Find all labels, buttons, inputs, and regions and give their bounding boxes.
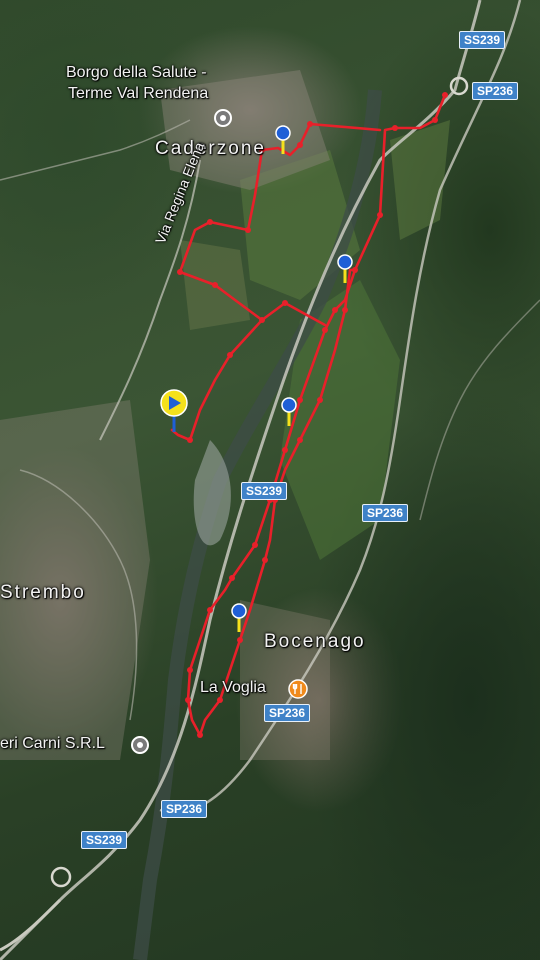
map-pin-icon[interactable] [280, 396, 298, 428]
route-layer [170, 92, 448, 738]
town-label-caderzone: Caderzone [155, 138, 266, 159]
road-badge-sp236: SP236 [161, 800, 208, 818]
road-badge-sp236: SP236 [472, 82, 519, 100]
map-pin-icon[interactable] [274, 124, 292, 156]
road-badge-ss239: SS239 [459, 31, 506, 49]
poi-label-la-voglia: La Voglia [200, 679, 266, 696]
fork-knife-icon[interactable] [288, 679, 308, 699]
town-label-strembo: Strembo [0, 582, 86, 603]
road-badge-ss239: SS239 [81, 831, 128, 849]
road-badge-sp236: SP236 [362, 504, 409, 522]
road-badge-ss239: SS239 [241, 482, 288, 500]
satellite-map[interactable]: Borgo della Salute - Terme Val Rendena C… [0, 0, 540, 960]
map-pin-icon[interactable] [336, 253, 354, 285]
play-arrow-icon[interactable] [158, 388, 190, 434]
poi-label-carni: eri Carni S.R.L [0, 735, 105, 752]
map-pin-icon[interactable] [230, 602, 248, 634]
borgo-label-line1: Borgo della Salute - [66, 64, 207, 81]
road-badge-sp236: SP236 [264, 704, 311, 722]
town-label-bocenago: Bocenago [264, 631, 366, 652]
place-circle-icon[interactable] [213, 108, 233, 128]
place-circle-icon[interactable] [130, 735, 150, 755]
borgo-label-line2: Terme Val Rendena [68, 85, 209, 102]
